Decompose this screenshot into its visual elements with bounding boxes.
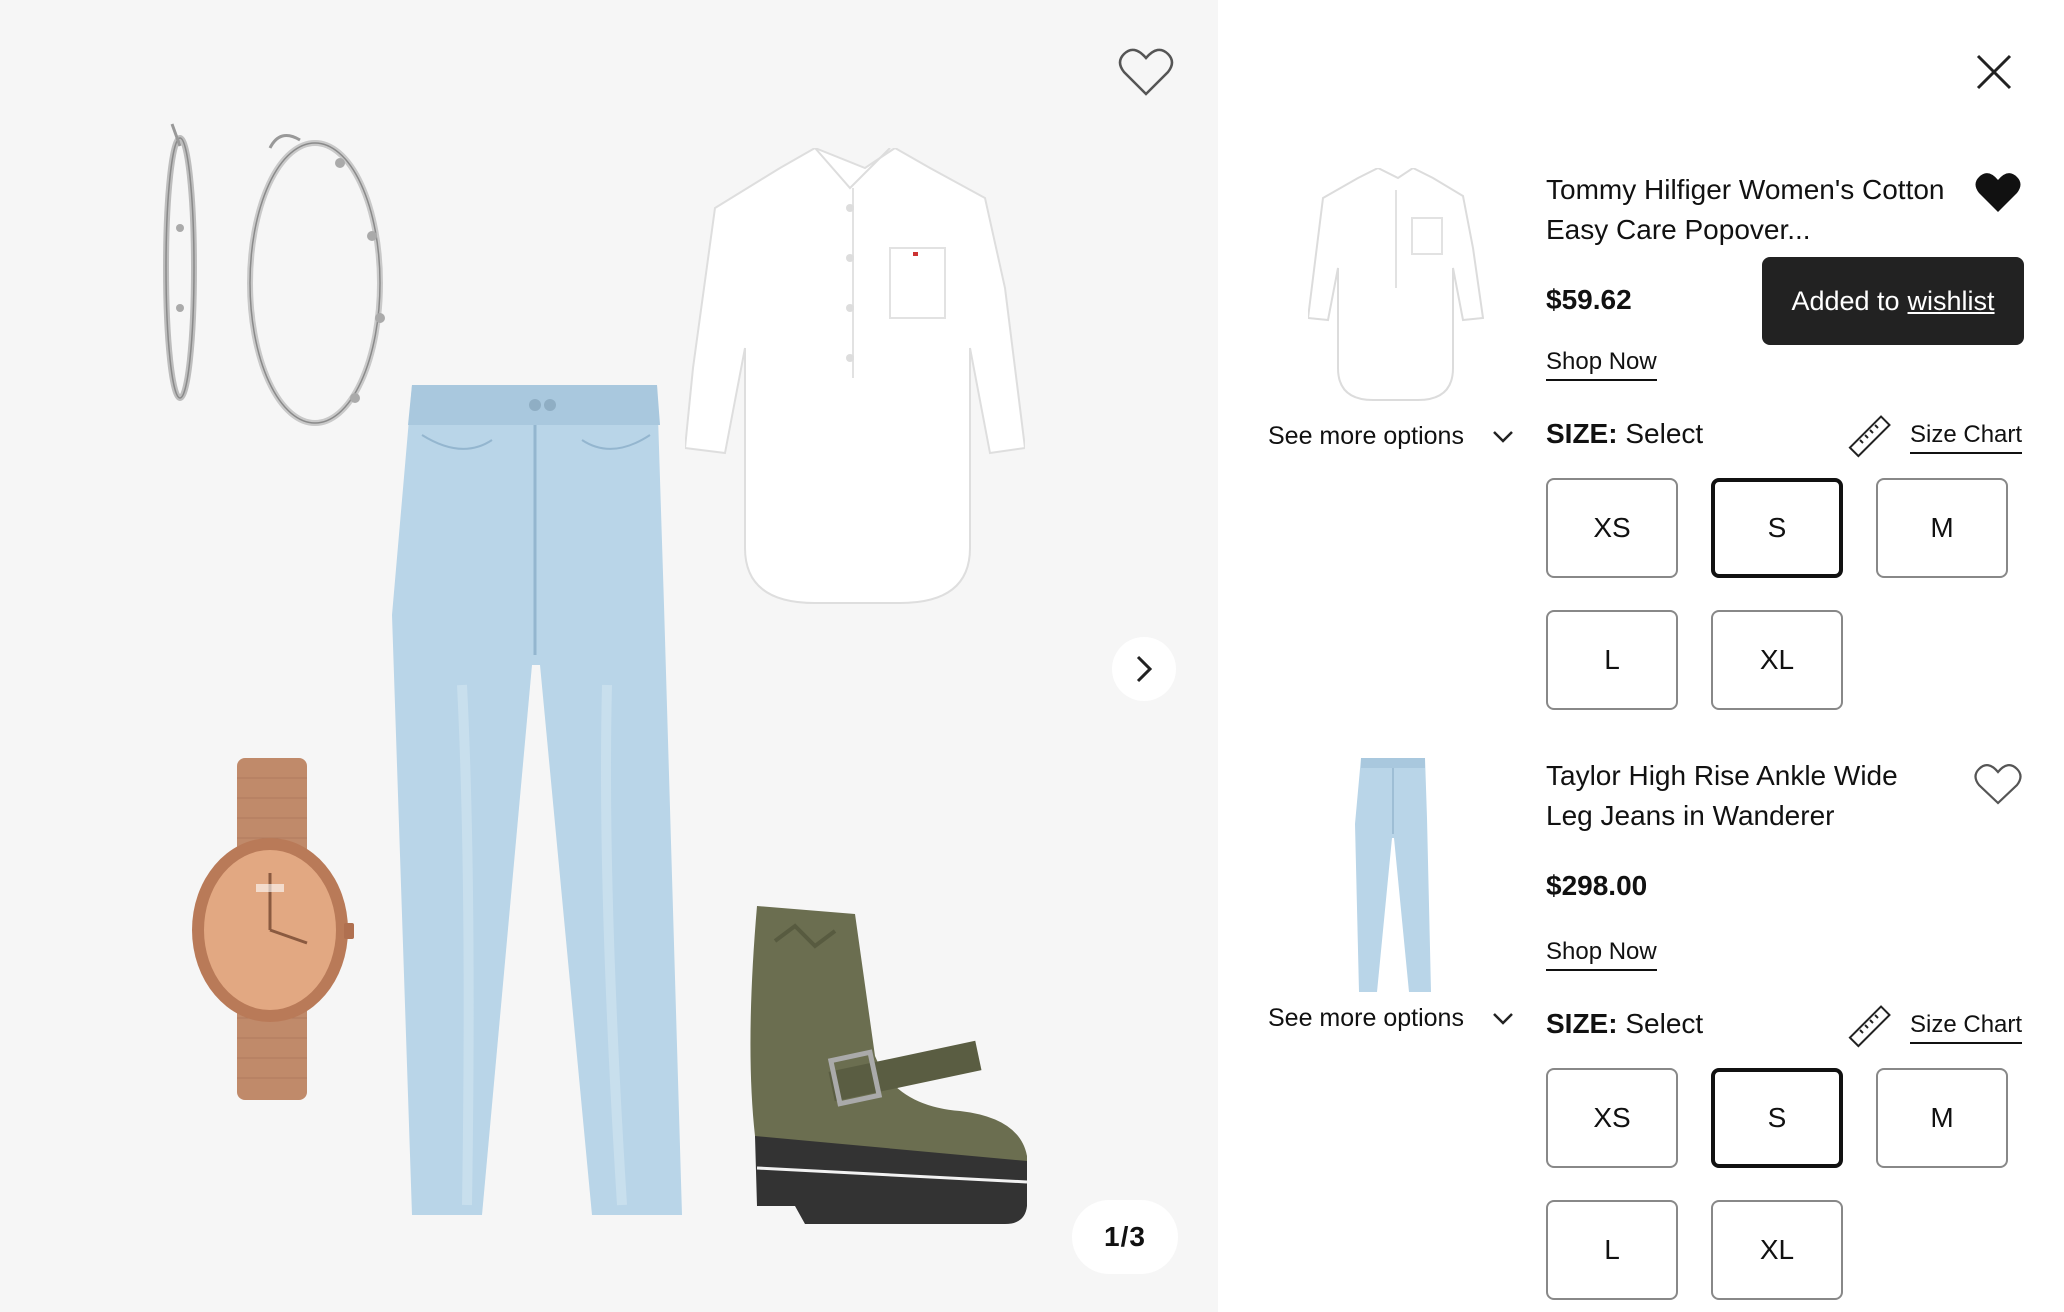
wishlist-toast: Added to wishlist	[1762, 257, 2024, 345]
size-chart-label: Size Chart	[1910, 421, 2023, 454]
ruler-icon	[1848, 1005, 1891, 1048]
item-1-see-more-options[interactable]: See more options	[1268, 422, 1514, 451]
size-prefix: SIZE:	[1546, 418, 1618, 449]
item-1-price: $59.62	[1546, 284, 1632, 315]
item-1-size-xl[interactable]: XL	[1711, 610, 1843, 710]
size-value: Select	[1625, 418, 1704, 449]
size-prefix: SIZE:	[1546, 1008, 1618, 1039]
shirt-image[interactable]	[685, 148, 1025, 608]
item-1-size-s[interactable]: S	[1711, 478, 1843, 578]
chevron-down-icon	[1493, 430, 1513, 443]
item-2-see-more-options[interactable]: See more options	[1268, 1004, 1514, 1033]
item-1-size-m[interactable]: M	[1876, 478, 2008, 578]
close-icon[interactable]	[1974, 52, 2014, 92]
size-value: Select	[1625, 1008, 1704, 1039]
item-2-size-l[interactable]: L	[1546, 1200, 1678, 1300]
item-1-thumbnail[interactable]	[1308, 168, 1484, 404]
next-outfit-button[interactable]	[1112, 637, 1176, 701]
earrings-image[interactable]	[150, 118, 410, 428]
item-1-size-xs[interactable]: XS	[1546, 478, 1678, 578]
chevron-down-icon	[1493, 1012, 1513, 1025]
item-2-thumbnail[interactable]	[1355, 758, 1431, 994]
ruler-icon	[1848, 415, 1891, 458]
boots-image[interactable]	[735, 906, 1035, 1226]
heart-filled-icon[interactable]	[1974, 170, 2022, 214]
item-1-size-l[interactable]: L	[1546, 610, 1678, 710]
item-2-size-label: SIZE: Select	[1546, 1008, 1703, 1040]
toast-text: Added to	[1791, 285, 1900, 316]
item-1-shop-now-link[interactable]: Shop Now	[1546, 348, 1657, 381]
size-chart-label: Size Chart	[1910, 1011, 2023, 1044]
chevron-right-icon	[1136, 655, 1152, 683]
jeans-image[interactable]	[392, 385, 682, 1220]
heart-outline-icon[interactable]	[1974, 762, 2022, 806]
outfit-page-counter: 1/3	[1072, 1200, 1178, 1274]
heart-outline-icon[interactable]	[1118, 46, 1174, 98]
item-2-shop-now-link[interactable]: Shop Now	[1546, 938, 1657, 971]
toast-wishlist-link[interactable]: wishlist	[1908, 286, 1995, 317]
item-1-size-label: SIZE: Select	[1546, 418, 1703, 450]
item-1-title[interactable]: Tommy Hilfiger Women's Cotton Easy Care …	[1546, 170, 1946, 250]
item-1-size-chart-link[interactable]: Size Chart	[1846, 414, 2023, 460]
item-2-size-m[interactable]: M	[1876, 1068, 2008, 1168]
item-2-size-s[interactable]: S	[1711, 1068, 1843, 1168]
item-2-size-chart-link[interactable]: Size Chart	[1846, 1004, 2023, 1050]
see-more-label: See more options	[1268, 422, 1464, 450]
item-2-size-xl[interactable]: XL	[1711, 1200, 1843, 1300]
watch-image[interactable]	[192, 758, 354, 1100]
item-2-title[interactable]: Taylor High Rise Ankle Wide Leg Jeans in…	[1546, 756, 1946, 836]
see-more-label: See more options	[1268, 1004, 1464, 1032]
item-2-size-xs[interactable]: XS	[1546, 1068, 1678, 1168]
item-2-price: $298.00	[1546, 870, 1648, 901]
outfit-collage: 1/3	[0, 0, 1218, 1312]
